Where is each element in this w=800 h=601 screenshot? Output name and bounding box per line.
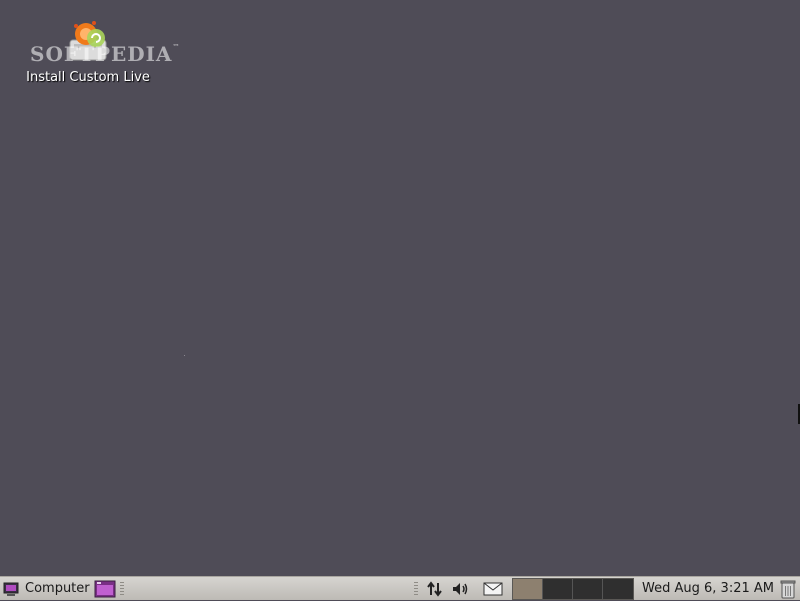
show-desktop-icon — [94, 580, 116, 597]
workspace-3[interactable] — [573, 578, 604, 599]
workspace-1[interactable] — [513, 578, 544, 599]
desktop[interactable]: Install Custom Live SOFTPEDIA™ — [0, 0, 800, 576]
installer-icon — [64, 18, 112, 64]
clock[interactable]: Wed Aug 6, 3:21 AM — [638, 581, 778, 596]
volume-icon[interactable] — [450, 578, 472, 600]
panel-drag-handle[interactable] — [414, 581, 419, 596]
computer-icon — [3, 582, 19, 596]
computer-menu-button[interactable]: Computer — [0, 577, 90, 601]
show-desktop-button[interactable] — [94, 580, 116, 598]
workspace-switcher — [512, 577, 635, 600]
bottom-panel: Computer Wed Aug 6, 3:21 AM — [0, 576, 800, 600]
workspace-4[interactable] — [603, 578, 634, 599]
network-icon[interactable] — [424, 578, 446, 600]
panel-drag-handle[interactable] — [119, 581, 124, 596]
mail-icon[interactable] — [482, 578, 504, 600]
trash-icon[interactable] — [778, 578, 798, 600]
desktop-icon-label: Install Custom Live — [26, 70, 150, 85]
computer-menu-label: Computer — [25, 581, 90, 596]
desktop-icon-install[interactable]: Install Custom Live — [20, 18, 156, 92]
workspace-2[interactable] — [543, 578, 574, 599]
desktop-pixel — [184, 355, 185, 356]
